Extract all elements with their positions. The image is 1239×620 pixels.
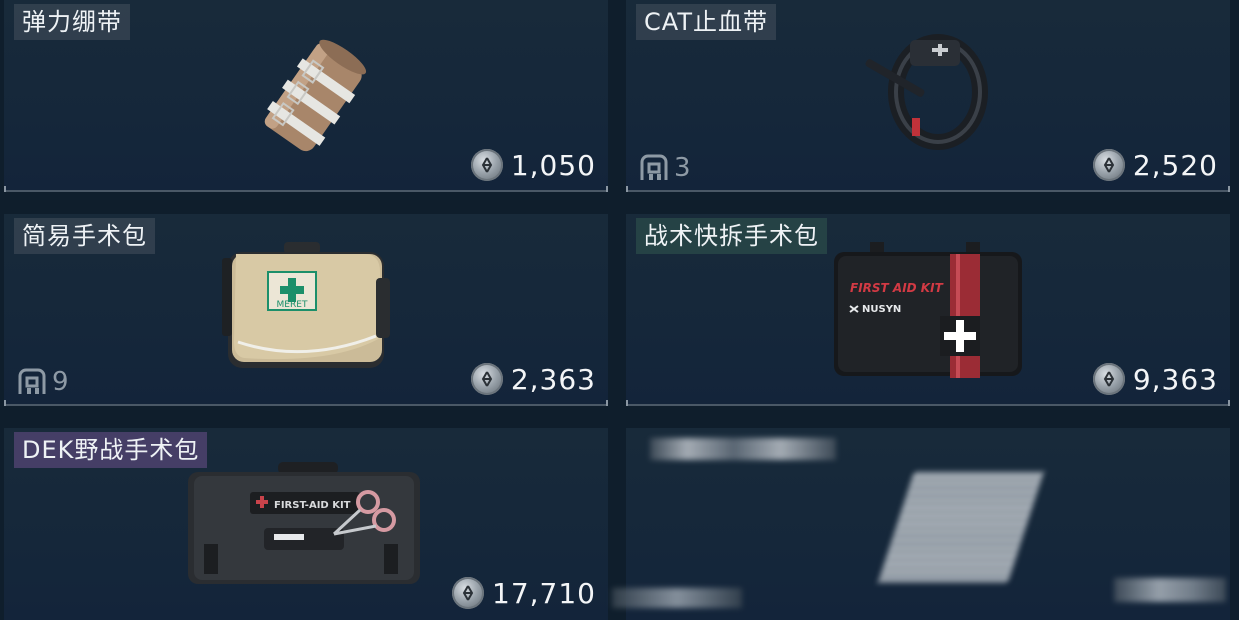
price: 2,363 [470, 360, 596, 398]
loading-placeholder-price [1114, 578, 1226, 602]
slot-size: 3 [638, 152, 691, 184]
price: 2,520 [1092, 146, 1218, 184]
item-name: 简易手术包 [14, 218, 155, 254]
price-value: 9,363 [1132, 362, 1218, 396]
slot-grid-icon [18, 368, 46, 394]
item-name: DEK野战手术包 [14, 432, 208, 468]
first-aid-kit-image: FIRST AID KIT NUSYN [834, 242, 1022, 378]
divider [626, 404, 1230, 406]
corner-tick [1228, 186, 1230, 192]
slot-value: 9 [52, 367, 69, 397]
price: 9,363 [1092, 360, 1218, 398]
field-surgery-roll-image: FIRST-AID KIT [188, 462, 420, 584]
surgery-bag-image: MERET [222, 242, 390, 368]
divider [626, 190, 1230, 192]
item-card-dek-field-surgery-kit[interactable]: DEK野战手术包 FIRST-AID KIT 17,710 [4, 428, 608, 620]
price: 1,050 [470, 146, 596, 184]
item-card-cat-tourniquet[interactable]: CAT止血带 3 2,520 [626, 0, 1230, 192]
item-name: 弹力绷带 [14, 4, 130, 40]
currency-coin-icon [470, 149, 503, 181]
item-card-simple-surgery-kit[interactable]: 简易手术包 MERET 9 2,363 [4, 214, 608, 406]
currency-coin-icon [1092, 363, 1125, 395]
elastic-bandage-image [264, 39, 367, 152]
kit-brand-label: NUSYN [862, 304, 901, 315]
loading-placeholder-image [878, 472, 1044, 582]
price-value: 17,710 [492, 576, 596, 610]
currency-coin-icon [452, 577, 485, 609]
currency-coin-icon [1092, 149, 1125, 181]
currency-coin-icon [470, 363, 503, 395]
slot-size: 9 [16, 366, 69, 398]
loading-placeholder-title [650, 438, 836, 460]
item-card-elastic-bandage[interactable]: 弹力绷带 1,050 [4, 0, 608, 192]
slot-grid-icon [640, 154, 668, 180]
price-value: 2,520 [1132, 148, 1218, 182]
corner-tick [606, 400, 608, 406]
price-value: 1,050 [510, 148, 596, 182]
item-grid: 弹力绷带 1,050 CAT止血带 3 2,520 简易手术包 MERET 9 … [0, 0, 1239, 620]
slot-value: 3 [674, 153, 691, 183]
corner-tick [606, 186, 608, 192]
corner-tick [1228, 400, 1230, 406]
corner-tick [626, 400, 628, 406]
corner-tick [626, 186, 628, 192]
tourniquet-image [865, 34, 988, 150]
loading-streak [612, 588, 742, 608]
item-card-tactical-quick-release-kit[interactable]: 战术快拆手术包 FIRST AID KIT NUSYN 9,363 [626, 214, 1230, 406]
divider [4, 190, 608, 192]
corner-tick [4, 400, 6, 406]
corner-tick [4, 186, 6, 192]
price-value: 2,363 [510, 362, 596, 396]
roll-label-first-aid: FIRST-AID KIT [274, 500, 351, 511]
item-name: 战术快拆手术包 [636, 218, 827, 254]
divider [4, 404, 608, 406]
bag-label-meret: MERET [277, 300, 308, 310]
price: 17,710 [452, 574, 596, 612]
kit-label-first-aid: FIRST AID KIT [850, 281, 944, 295]
item-name: CAT止血带 [636, 4, 776, 40]
